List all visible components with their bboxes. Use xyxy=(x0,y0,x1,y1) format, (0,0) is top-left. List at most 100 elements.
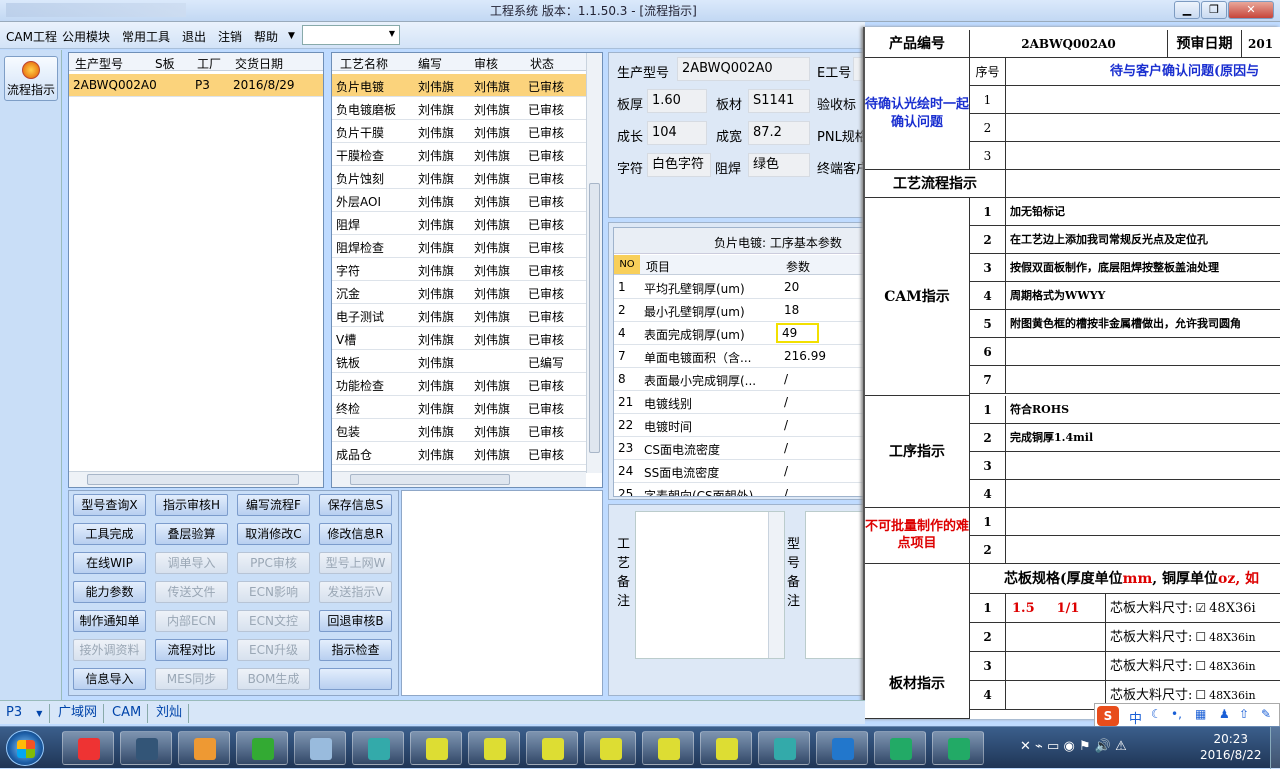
capability-button[interactable]: 能力参数 xyxy=(73,581,146,603)
keyboard-icon[interactable]: ▦ xyxy=(1195,707,1206,721)
tray-flag-icon[interactable]: ⚑ xyxy=(1079,739,1091,754)
checkbox-icon[interactable]: ☐ xyxy=(1195,688,1206,702)
taskbar-button[interactable] xyxy=(236,731,288,765)
mask-field[interactable]: 绿色 xyxy=(748,153,810,177)
col-factory[interactable]: 工厂 xyxy=(197,55,221,72)
send-file-button[interactable]: 传送文件 xyxy=(155,581,228,603)
combo-arrow-icon[interactable]: ▼ xyxy=(389,29,395,38)
process-row[interactable]: 负片干膜 刘伟旗 刘伟旗 已审核 xyxy=(332,120,586,143)
ecn-impact-button[interactable]: ECN影响 xyxy=(237,581,310,603)
sogou-icon[interactable]: S xyxy=(1097,706,1119,726)
process-row[interactable]: 负片电镀 刘伟旗 刘伟旗 已审核 xyxy=(332,74,586,97)
menu-common-module[interactable]: 公用模块 xyxy=(62,28,110,45)
ime-lang[interactable]: 中 xyxy=(1129,708,1142,727)
process-row[interactable]: 成品仓 刘伟旗 刘伟旗 已审核 xyxy=(332,442,586,465)
minimize-button[interactable]: ▁ xyxy=(1174,1,1200,19)
width-field[interactable]: 87.2 xyxy=(748,121,810,145)
external-data-button[interactable]: 接外调资料 xyxy=(73,639,146,661)
taskbar-button[interactable] xyxy=(468,731,520,765)
tray-x-icon[interactable]: ✕ xyxy=(1020,739,1031,754)
menu-cam[interactable]: CAM工程 xyxy=(6,28,57,45)
col-item[interactable]: 项目 xyxy=(646,258,670,275)
moon-icon[interactable]: ☾ xyxy=(1151,707,1162,721)
process-note-field[interactable] xyxy=(635,511,785,659)
taskbar-button[interactable] xyxy=(526,731,578,765)
col-sboard[interactable]: S板 xyxy=(155,55,175,72)
cell-param[interactable]: 49 xyxy=(776,323,820,343)
notice-button[interactable]: 制作通知单 xyxy=(73,610,146,632)
taskbar-button[interactable] xyxy=(874,731,926,765)
model-note-field[interactable] xyxy=(805,511,865,659)
bom-generate-button[interactable]: BOM生成 xyxy=(237,668,310,690)
check-instruction-button[interactable]: 指示检查 xyxy=(319,639,392,661)
param-row[interactable]: 1 平均孔壁铜厚(um) 20 xyxy=(614,276,865,299)
col-process[interactable]: 工艺名称 xyxy=(340,55,388,72)
online-wip-button[interactable]: 在线WIP xyxy=(73,552,146,574)
process-row[interactable]: 包装 刘伟旗 刘伟旗 已审核 xyxy=(332,419,586,442)
char-field[interactable]: 白色字符 xyxy=(647,153,711,177)
rollback-review-button[interactable]: 回退审核B xyxy=(319,610,392,632)
save-info-button[interactable]: 保存信息S xyxy=(319,494,392,516)
tray-network-icon[interactable]: ⌁ xyxy=(1035,739,1043,754)
tray-volume-icon[interactable]: 🔊 xyxy=(1095,739,1111,754)
status-tab-cam[interactable]: CAM xyxy=(106,704,149,723)
material-field[interactable]: S1141 xyxy=(748,89,810,113)
tray-power-icon[interactable]: ◉ xyxy=(1063,739,1074,754)
menu-common-tools[interactable]: 常用工具 xyxy=(122,28,170,45)
process-row[interactable]: 沉金 刘伟旗 刘伟旗 已审核 xyxy=(332,281,586,304)
factory-select[interactable]: P3 ▼ xyxy=(0,704,50,723)
thick-field[interactable]: 1.60 xyxy=(647,89,707,113)
status-tab-user[interactable]: 刘灿 xyxy=(150,704,190,723)
param-row[interactable]: 24 SS面电流密度 / xyxy=(614,460,865,483)
param-row[interactable]: 4 表面完成铜厚(um) 49 xyxy=(614,322,865,345)
col-model[interactable]: 生产型号 xyxy=(75,55,123,72)
punct-icon[interactable]: •, xyxy=(1171,707,1182,721)
ecn-control-button[interactable]: ECN文控 xyxy=(237,610,310,632)
blank-button[interactable] xyxy=(319,668,392,690)
parts-row[interactable]: 2ABWQ002A0 P3 2016/8/29 xyxy=(69,74,323,97)
checked-box-icon[interactable]: ☑ xyxy=(1195,601,1206,615)
process-row[interactable]: 字符 刘伟旗 刘伟旗 已审核 xyxy=(332,258,586,281)
col-status[interactable]: 状态 xyxy=(530,55,554,72)
process-row[interactable]: 负电镀磨板 刘伟旗 刘伟旗 已审核 xyxy=(332,97,586,120)
param-row[interactable]: 2 最小孔壁铜厚(um) 18 xyxy=(614,299,865,322)
process-row[interactable]: 阻焊 刘伟旗 刘伟旗 已审核 xyxy=(332,212,586,235)
taskbar-button[interactable] xyxy=(700,731,752,765)
menu-help-arrow-icon[interactable]: ▼ xyxy=(288,31,295,41)
user-icon[interactable]: ♟ xyxy=(1219,707,1230,721)
taskbar-button[interactable] xyxy=(352,731,404,765)
taskbar-button[interactable] xyxy=(178,731,230,765)
parts-scrollbar[interactable] xyxy=(69,471,323,487)
taskbar-button[interactable] xyxy=(642,731,694,765)
process-vscroll[interactable] xyxy=(586,53,602,473)
ecn-upgrade-button[interactable]: ECN升级 xyxy=(237,639,310,661)
import-order-button[interactable]: 调单导入 xyxy=(155,552,228,574)
param-row[interactable]: 21 电镀线别 / xyxy=(614,391,865,414)
col-param[interactable]: 参数 xyxy=(786,258,810,275)
review-instruction-button[interactable]: 指示审核H xyxy=(155,494,228,516)
edit-info-button[interactable]: 修改信息R xyxy=(319,523,392,545)
process-row[interactable]: 负片蚀刻 刘伟旗 刘伟旗 已审核 xyxy=(332,166,586,189)
param-row[interactable]: 23 CS面电流密度 / xyxy=(614,437,865,460)
mes-sync-button[interactable]: MES同步 xyxy=(155,668,228,690)
clock[interactable]: 20:23 2016/8/22 xyxy=(1200,731,1262,763)
menu-logout[interactable]: 注销 xyxy=(218,28,242,45)
menu-combo[interactable]: ▼ xyxy=(302,25,400,45)
taskbar-button[interactable] xyxy=(120,731,172,765)
col-no[interactable]: NO xyxy=(614,255,640,274)
send-instruction-button[interactable]: 发送指示V xyxy=(319,581,392,603)
col-reviewer[interactable]: 审核 xyxy=(474,55,498,72)
stackup-calc-button[interactable]: 叠层验算 xyxy=(155,523,228,545)
show-desktop-button[interactable] xyxy=(1270,727,1280,769)
write-flow-button[interactable]: 编写流程F xyxy=(237,494,310,516)
taskbar-button[interactable] xyxy=(932,731,984,765)
info-import-button[interactable]: 信息导入 xyxy=(73,668,146,690)
length-field[interactable]: 104 xyxy=(647,121,707,145)
model-field[interactable]: 2ABWQ002A0 xyxy=(677,57,810,81)
process-row[interactable]: 外层AOI 刘伟旗 刘伟旗 已审核 xyxy=(332,189,586,212)
taskbar-button[interactable] xyxy=(410,731,462,765)
menu-exit[interactable]: 退出 xyxy=(182,28,206,45)
taskbar-button[interactable] xyxy=(62,731,114,765)
internal-ecn-button[interactable]: 内部ECN xyxy=(155,610,228,632)
model-query-button[interactable]: 型号查询X xyxy=(73,494,146,516)
